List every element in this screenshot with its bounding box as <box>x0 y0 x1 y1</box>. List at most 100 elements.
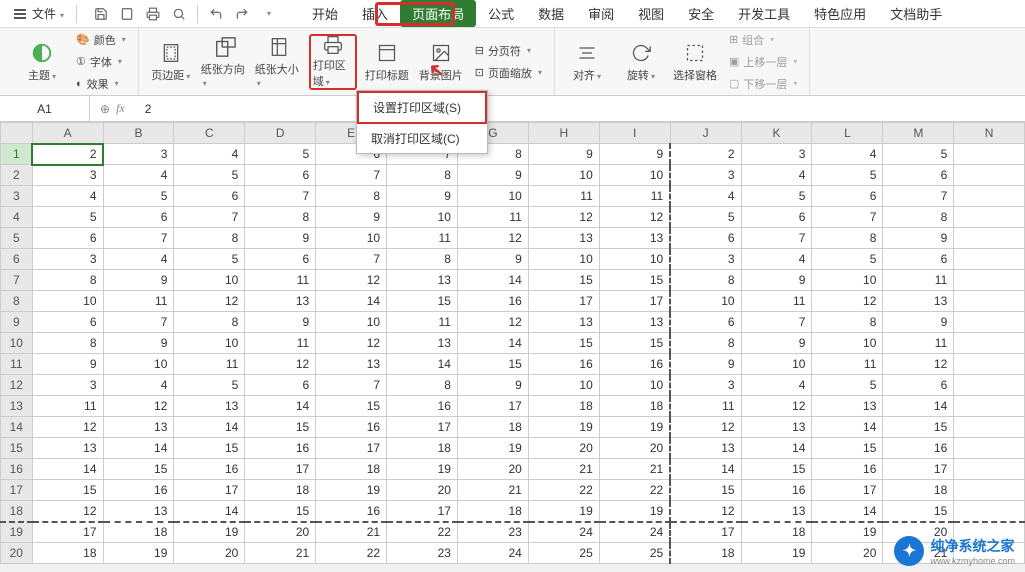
cell[interactable]: 18 <box>670 543 741 564</box>
cell[interactable]: 21 <box>245 543 316 564</box>
preview-icon[interactable] <box>167 3 191 25</box>
cell[interactable]: 5 <box>812 375 883 396</box>
cell[interactable]: 6 <box>670 228 741 249</box>
cell[interactable] <box>954 438 1025 459</box>
cell[interactable]: 11 <box>741 291 812 312</box>
cell[interactable]: 10 <box>599 375 670 396</box>
cell[interactable]: 20 <box>174 543 245 564</box>
row-header[interactable]: 3 <box>1 186 33 207</box>
name-box[interactable]: A1 <box>0 96 90 121</box>
cell[interactable]: 14 <box>457 333 528 354</box>
cell[interactable] <box>954 270 1025 291</box>
cell[interactable]: 8 <box>174 228 245 249</box>
cell[interactable]: 16 <box>741 480 812 501</box>
cell[interactable]: 4 <box>741 249 812 270</box>
cell[interactable]: 12 <box>457 312 528 333</box>
cell[interactable]: 12 <box>174 291 245 312</box>
cell[interactable]: 11 <box>883 270 954 291</box>
cell[interactable]: 19 <box>457 438 528 459</box>
cell[interactable]: 4 <box>103 249 174 270</box>
cell[interactable] <box>954 354 1025 375</box>
cell[interactable]: 11 <box>32 396 103 417</box>
row-header[interactable]: 7 <box>1 270 33 291</box>
cell[interactable]: 10 <box>316 312 387 333</box>
cell[interactable]: 24 <box>528 522 599 543</box>
cell[interactable]: 14 <box>174 501 245 522</box>
cell[interactable]: 19 <box>174 522 245 543</box>
cell[interactable]: 8 <box>387 375 458 396</box>
cell[interactable]: 10 <box>387 207 458 228</box>
cell[interactable] <box>954 375 1025 396</box>
cell[interactable]: 4 <box>174 144 245 165</box>
cell[interactable]: 10 <box>174 333 245 354</box>
cell[interactable]: 11 <box>103 291 174 312</box>
cell[interactable]: 9 <box>316 207 387 228</box>
cell[interactable] <box>954 165 1025 186</box>
cell[interactable]: 4 <box>741 375 812 396</box>
cell[interactable]: 8 <box>32 270 103 291</box>
row-header[interactable]: 10 <box>1 333 33 354</box>
tab-formula[interactable]: 公式 <box>476 0 526 27</box>
cell[interactable] <box>954 186 1025 207</box>
row-header[interactable]: 18 <box>1 501 33 522</box>
cell[interactable]: 14 <box>103 438 174 459</box>
cell[interactable]: 7 <box>316 375 387 396</box>
cell[interactable]: 10 <box>599 249 670 270</box>
cell[interactable]: 7 <box>812 207 883 228</box>
row-header[interactable]: 19 <box>1 522 33 543</box>
cell[interactable]: 19 <box>599 501 670 522</box>
row-header[interactable]: 4 <box>1 207 33 228</box>
row-header[interactable]: 12 <box>1 375 33 396</box>
cell[interactable]: 19 <box>387 459 458 480</box>
cell[interactable]: 9 <box>457 249 528 270</box>
cell[interactable]: 6 <box>812 186 883 207</box>
cell[interactable]: 9 <box>245 312 316 333</box>
cell[interactable]: 15 <box>528 333 599 354</box>
cell[interactable]: 19 <box>103 543 174 564</box>
cell[interactable]: 24 <box>599 522 670 543</box>
cell[interactable]: 12 <box>741 396 812 417</box>
cell[interactable]: 12 <box>528 207 599 228</box>
cell[interactable]: 21 <box>316 522 387 543</box>
column-header[interactable]: J <box>670 123 741 144</box>
cell[interactable]: 10 <box>103 354 174 375</box>
cell[interactable]: 10 <box>174 270 245 291</box>
cell[interactable]: 5 <box>670 207 741 228</box>
cell[interactable]: 25 <box>528 543 599 564</box>
orientation-button[interactable]: 纸张方向 <box>201 34 249 90</box>
margins-button[interactable]: 页边距 <box>147 34 195 90</box>
cell[interactable]: 7 <box>103 312 174 333</box>
row-header[interactable]: 5 <box>1 228 33 249</box>
cell[interactable]: 6 <box>883 375 954 396</box>
cell[interactable]: 13 <box>32 438 103 459</box>
cell[interactable]: 8 <box>812 312 883 333</box>
undo-icon[interactable] <box>204 3 228 25</box>
cell[interactable]: 16 <box>457 291 528 312</box>
column-header[interactable]: N <box>954 123 1025 144</box>
cell[interactable]: 20 <box>245 522 316 543</box>
redo-icon[interactable] <box>230 3 254 25</box>
breaks-button[interactable]: ⊟分页符 <box>471 41 546 61</box>
save-icon[interactable] <box>89 3 113 25</box>
cell[interactable] <box>954 480 1025 501</box>
cell[interactable]: 5 <box>174 375 245 396</box>
cell[interactable]: 18 <box>599 396 670 417</box>
cell[interactable]: 13 <box>528 312 599 333</box>
cell[interactable]: 10 <box>599 165 670 186</box>
row-header[interactable]: 9 <box>1 312 33 333</box>
cell[interactable]: 16 <box>812 459 883 480</box>
cell[interactable]: 14 <box>812 417 883 438</box>
cell[interactable]: 5 <box>245 144 316 165</box>
column-header[interactable]: M <box>883 123 954 144</box>
row-header[interactable]: 15 <box>1 438 33 459</box>
cell[interactable]: 6 <box>245 249 316 270</box>
cell[interactable]: 21 <box>457 480 528 501</box>
cell[interactable]: 17 <box>316 438 387 459</box>
cell[interactable]: 15 <box>245 417 316 438</box>
cell[interactable]: 14 <box>32 459 103 480</box>
cell[interactable]: 20 <box>812 543 883 564</box>
cell[interactable]: 18 <box>245 480 316 501</box>
cell[interactable]: 11 <box>457 207 528 228</box>
theme-button[interactable]: 主题 <box>18 34 66 90</box>
cell[interactable]: 3 <box>670 375 741 396</box>
